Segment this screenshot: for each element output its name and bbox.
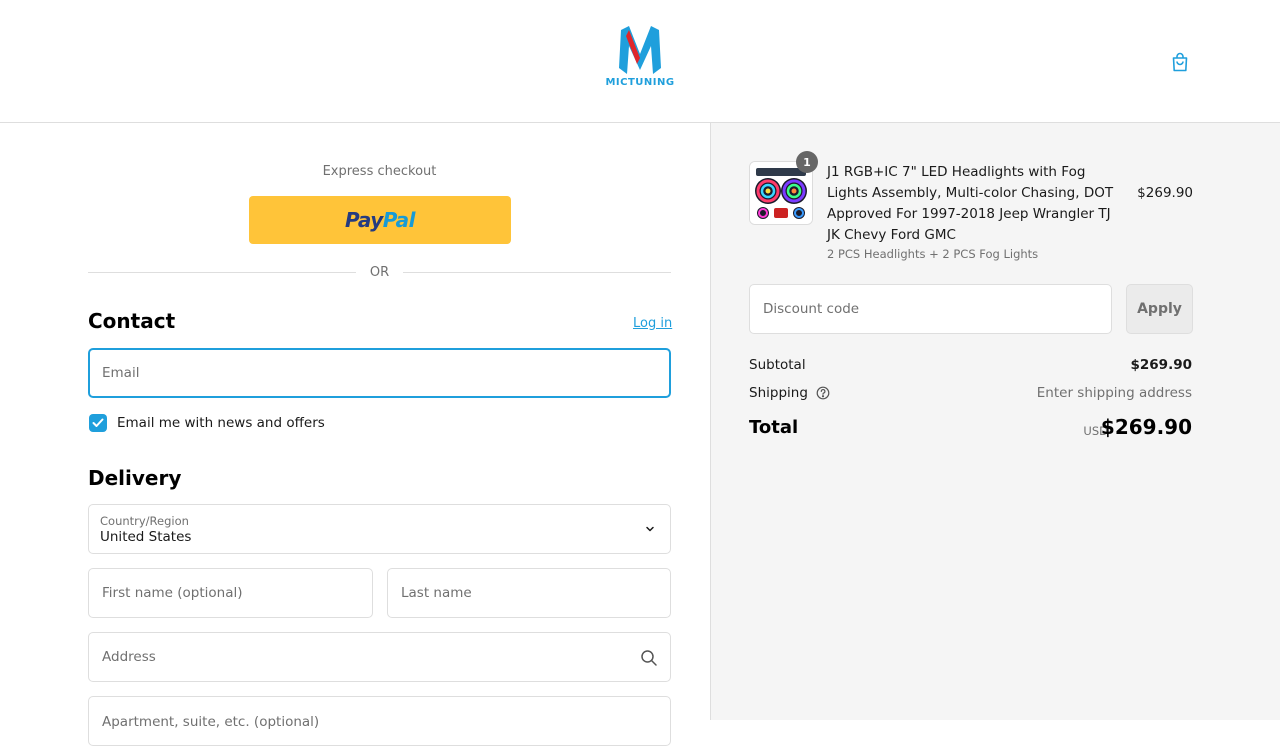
total-value: $269.90 <box>1100 415 1192 439</box>
logo-mark-icon <box>619 26 661 74</box>
last-name-input[interactable] <box>399 584 659 602</box>
discount-field[interactable] <box>749 284 1112 334</box>
express-checkout-label: Express checkout <box>322 164 437 179</box>
paypal-button[interactable]: PayPal <box>249 196 511 244</box>
contact-heading: Contact <box>88 309 176 333</box>
checkout-header: MICTUNING <box>0 0 1280 123</box>
first-name-field[interactable] <box>88 568 373 618</box>
product-thumbnail: 1 <box>749 151 818 225</box>
subtotal-value: $269.90 <box>1130 357 1193 373</box>
address-input[interactable] <box>100 648 659 666</box>
order-summary-panel: 1 J1 RGB+IC 7" LED Headlights with Fog L… <box>710 123 1280 720</box>
chevron-down-icon <box>646 526 654 532</box>
paypal-logo: PayPal <box>344 208 416 232</box>
checkout-form-panel: Express checkout PayPal OR Contact Log i… <box>0 123 710 746</box>
apartment-input[interactable] <box>100 713 659 731</box>
newsletter-checkbox[interactable] <box>89 414 107 432</box>
newsletter-option[interactable]: Email me with news and offers <box>89 414 325 432</box>
login-link[interactable]: Log in <box>633 316 672 331</box>
store-logo[interactable]: MICTUNING <box>600 24 680 92</box>
shipping-row-label: Shipping <box>749 385 830 401</box>
or-text: OR <box>369 264 390 280</box>
subtotal-label: Subtotal <box>749 357 806 373</box>
discount-input[interactable] <box>761 300 1100 318</box>
country-label: Country/Region <box>100 514 189 528</box>
apply-discount-button[interactable]: Apply <box>1126 284 1193 334</box>
apartment-field[interactable] <box>88 696 671 746</box>
country-select[interactable]: Country/Region United States <box>88 504 671 554</box>
divider-line <box>88 271 356 273</box>
shopping-bag-icon <box>1172 52 1188 72</box>
last-name-field[interactable] <box>387 568 671 618</box>
or-divider: OR <box>88 263 672 281</box>
product-price: $269.90 <box>1137 185 1193 201</box>
email-input[interactable] <box>100 364 659 382</box>
quantity-badge: 1 <box>796 151 818 173</box>
delivery-heading: Delivery <box>88 466 182 490</box>
cart-button[interactable] <box>1168 49 1192 75</box>
logo-text: MICTUNING <box>605 77 675 88</box>
shipping-value: Enter shipping address <box>1036 385 1192 401</box>
divider-line <box>403 271 672 273</box>
product-title: J1 RGB+IC 7" LED Headlights with Fog Lig… <box>827 164 1114 243</box>
country-value: United States <box>100 529 192 545</box>
first-name-input[interactable] <box>100 584 361 602</box>
help-circle-icon[interactable] <box>816 386 830 400</box>
shipping-label: Shipping <box>749 385 808 401</box>
newsletter-label: Email me with news and offers <box>117 415 325 431</box>
product-variant: 2 PCS Headlights + 2 PCS Fog Lights <box>827 247 1039 261</box>
email-field[interactable] <box>88 348 671 398</box>
search-icon <box>641 650 657 666</box>
total-label: Total <box>749 417 799 438</box>
address-field[interactable] <box>88 632 671 682</box>
checkmark-icon <box>92 418 104 427</box>
